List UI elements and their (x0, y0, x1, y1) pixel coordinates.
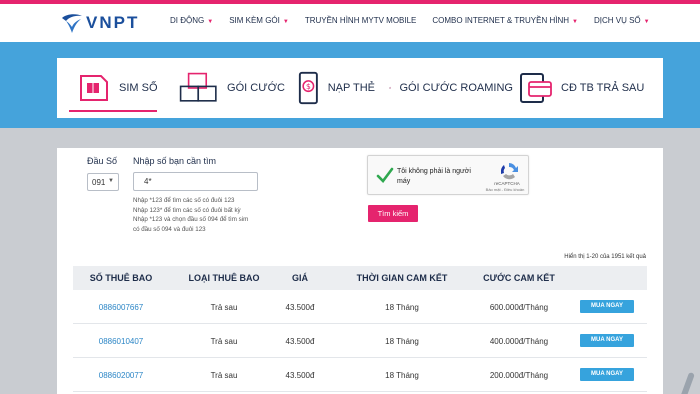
commit-fee: 600.000đ/Tháng (489, 303, 549, 312)
scrollbar-thumb[interactable] (679, 371, 695, 394)
service-tabs: SIM SỐ GÓI CƯỚC $ NẠP THẺ GÓI CƯỚC ROAMI… (57, 58, 663, 118)
recaptcha-links[interactable]: Bảo mật - Điều khoản (480, 187, 530, 192)
tab-label: CĐ TB TRẢ SAU (561, 82, 645, 94)
hint-line: Nhập *123 để tìm các số có đuôi 123 (133, 197, 235, 204)
sim-card-icon (80, 75, 108, 101)
commit-fee: 400.000đ/Tháng (489, 337, 549, 346)
table-header: SỐ THUÊ BAO LOẠI THUÊ BAO GIÁ THỜI GIAN … (73, 266, 647, 290)
tab-nap-the[interactable]: $ NẠP THẺ (285, 58, 375, 118)
nav-label: DỊCH VỤ SỐ (593, 16, 641, 25)
nav-item-mytv[interactable]: TRUYỀN HÌNH MYTV MOBILE (305, 16, 417, 25)
main-nav: DI ĐỘNG ▼ SIM KÈM GÓI ▼ TRUYỀN HÌNH MYTV M… (170, 16, 666, 25)
price: 43.500đ (285, 371, 315, 380)
nav-label: SIM KÈM GÓI (229, 16, 280, 25)
nav-item-sim-kem-goi[interactable]: SIM KÈM GÓI ▼ (229, 16, 289, 25)
result-count: Hiển thị 1-20 của 1951 kết quả (564, 254, 646, 260)
logo-text: VNPT (86, 13, 140, 32)
buy-now-button[interactable]: MUA NGAY (580, 334, 634, 347)
chevron-down-icon: ▼ (207, 19, 214, 25)
nav-label: COMBO INTERNET & TRUYỀN HÌNH (432, 16, 569, 25)
captcha-text: Tôi không phải là người máy (397, 168, 471, 185)
table-row: 0886010407 Trả sau 43.500đ 18 Tháng 400.… (73, 324, 647, 358)
recaptcha-brand: reCAPTCHA (494, 181, 520, 186)
commit-time: 18 Tháng (385, 337, 419, 346)
postpaid-card-icon (520, 73, 552, 103)
tab-label: NẠP THẺ (327, 82, 375, 94)
chevron-down-icon: ▼ (108, 178, 114, 184)
nav-item-combo[interactable]: COMBO INTERNET & TRUYỀN HÌNH ▼ (432, 16, 578, 25)
column-header: THỜI GIAN CAM KẾT (356, 273, 448, 283)
nav-item-dich-vu-so[interactable]: DỊCH VỤ SỐ ▼ (594, 16, 650, 25)
svg-text:$: $ (306, 82, 311, 91)
chevron-down-icon: ▼ (572, 19, 578, 25)
phone-number-link[interactable]: 0886010407 (73, 337, 169, 346)
column-header: LOẠI THUÊ BAO (188, 273, 260, 283)
roaming-icon (389, 87, 392, 89)
package-boxes-icon (179, 72, 217, 102)
nav-label: DI ĐỘNG (170, 16, 205, 25)
number-search-input[interactable]: 4* (133, 172, 258, 191)
commit-fee: 200.000đ/Tháng (489, 371, 549, 380)
site-header: VNPT DI ĐỘNG ▼ SIM KÈM GÓI ▼ TRUYỀN HÌNH M… (0, 4, 700, 42)
tab-label: GÓI CƯỚC (227, 82, 285, 94)
checkmark-icon[interactable] (376, 165, 394, 185)
column-header: GIÁ (291, 273, 308, 283)
prefix-select[interactable]: 091 ▼ (87, 173, 119, 191)
buy-now-button[interactable]: MUA NGAY (580, 368, 634, 381)
commit-time: 18 Tháng (385, 303, 419, 312)
subscription-type: Trả sau (210, 303, 238, 312)
phone-number-link[interactable]: 0886020077 (73, 371, 169, 380)
nav-label: TRUYỀN HÌNH MYTV MOBILE (304, 16, 417, 25)
subscription-type: Trả sau (210, 337, 238, 346)
vnpt-logo[interactable]: VNPT (60, 12, 139, 34)
tab-sim-so[interactable]: SIM SỐ (57, 58, 165, 118)
hint-line: Nhập 123* để tìm các số có đuôi bất kỳ (133, 206, 241, 214)
search-button[interactable]: Tìm kiếm (368, 205, 418, 222)
hint-line: Nhập *123 và chọn đầu số 094 để tìm sim (133, 216, 249, 224)
nav-item-di-dong[interactable]: DI ĐỘNG ▼ (170, 16, 213, 25)
number-label: Nhập số bạn cần tìm (133, 156, 217, 166)
chevron-down-icon: ▼ (643, 19, 650, 25)
tab-goi-cuoc-roaming[interactable]: GÓI CƯỚC ROAMING (375, 58, 513, 118)
hint-line: có đầu số 094 và đuôi 123 (133, 225, 206, 233)
tab-label: GÓI CƯỚC ROAMING (399, 82, 513, 94)
vnpt-logo-icon (62, 14, 82, 33)
prefix-value: 091 (92, 178, 106, 187)
buy-now-button[interactable]: MUA NGAY (580, 300, 634, 313)
tab-goi-cuoc[interactable]: GÓI CƯỚC (165, 58, 285, 118)
subscription-type: Trả sau (210, 371, 238, 380)
price: 43.500đ (285, 303, 315, 312)
phone-number-link[interactable]: 0886007667 (73, 303, 169, 312)
price: 43.500đ (285, 337, 315, 346)
tab-cd-tb-tra-sau[interactable]: CĐ TB TRẢ SAU (513, 58, 663, 118)
commit-time: 18 Tháng (385, 371, 419, 380)
results-table: SỐ THUÊ BAO LOẠI THUÊ BAO GIÁ THỜI GIAN … (73, 266, 647, 392)
search-hints: Nhập *123 để tìm các số có đuôi 123 Nhập… (133, 196, 293, 234)
tab-label: SIM SỐ (119, 82, 158, 94)
phone-topup-icon: $ (298, 71, 318, 105)
column-header: SỐ THUÊ BAO (89, 273, 153, 283)
table-row: 0886007667 Trả sau 43.500đ 18 Tháng 600.… (73, 290, 647, 324)
column-header: CƯỚC CAM KẾT (483, 273, 555, 283)
recaptcha-widget: Tôi không phải là người máy reCAPTCHA Bả… (367, 155, 529, 195)
chevron-down-icon: ▼ (282, 19, 289, 25)
table-row: 0886020077 Trả sau 43.500đ 18 Tháng 200.… (73, 358, 647, 392)
prefix-label: Đầu Số (87, 156, 118, 166)
recaptcha-logo-icon (501, 163, 518, 180)
